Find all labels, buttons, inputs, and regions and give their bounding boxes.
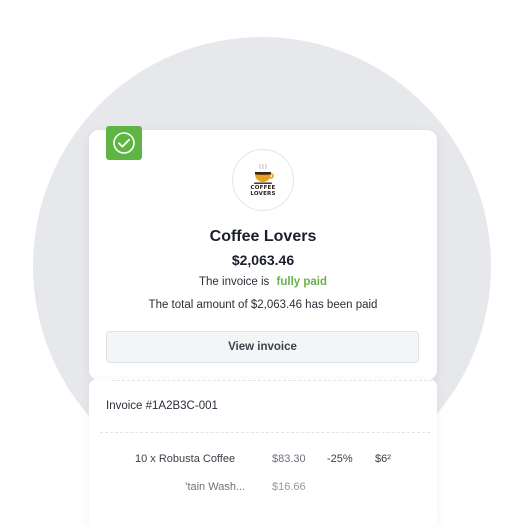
logo-wordmark: COFFEE LOVERS — [250, 185, 275, 197]
divider — [112, 380, 432, 381]
total-paid-message: The total amount of $2,063.46 has been p… — [148, 299, 378, 311]
merchant-name: Coffee Lovers — [209, 228, 317, 245]
invoice-number: Invoice #1A2B3C-001 — [106, 400, 218, 412]
divider — [100, 432, 430, 433]
status-prefix: The invoice is — [199, 276, 270, 288]
item-total: $6² — [375, 453, 391, 465]
merchant-logo: COFFEE LOVERS — [232, 149, 294, 211]
invoice-status: The invoice is fully paid — [89, 276, 437, 288]
check-icon — [113, 132, 135, 154]
item-description: 10 x Robusta Coffee — [135, 453, 236, 465]
item-price: $16.66 — [272, 481, 306, 493]
item-price: $83.30 — [272, 453, 306, 465]
item-description: ’tain Wash... — [185, 481, 246, 493]
status-value: fully paid — [276, 276, 327, 288]
view-invoice-button[interactable]: View invoice — [106, 331, 419, 363]
success-badge — [106, 126, 142, 160]
item-discount: -25% — [327, 453, 353, 465]
payment-amount: $2,063.46 — [231, 252, 295, 268]
coffee-cup-icon — [254, 163, 274, 184]
logo-text-line2: LOVERS — [250, 191, 276, 197]
